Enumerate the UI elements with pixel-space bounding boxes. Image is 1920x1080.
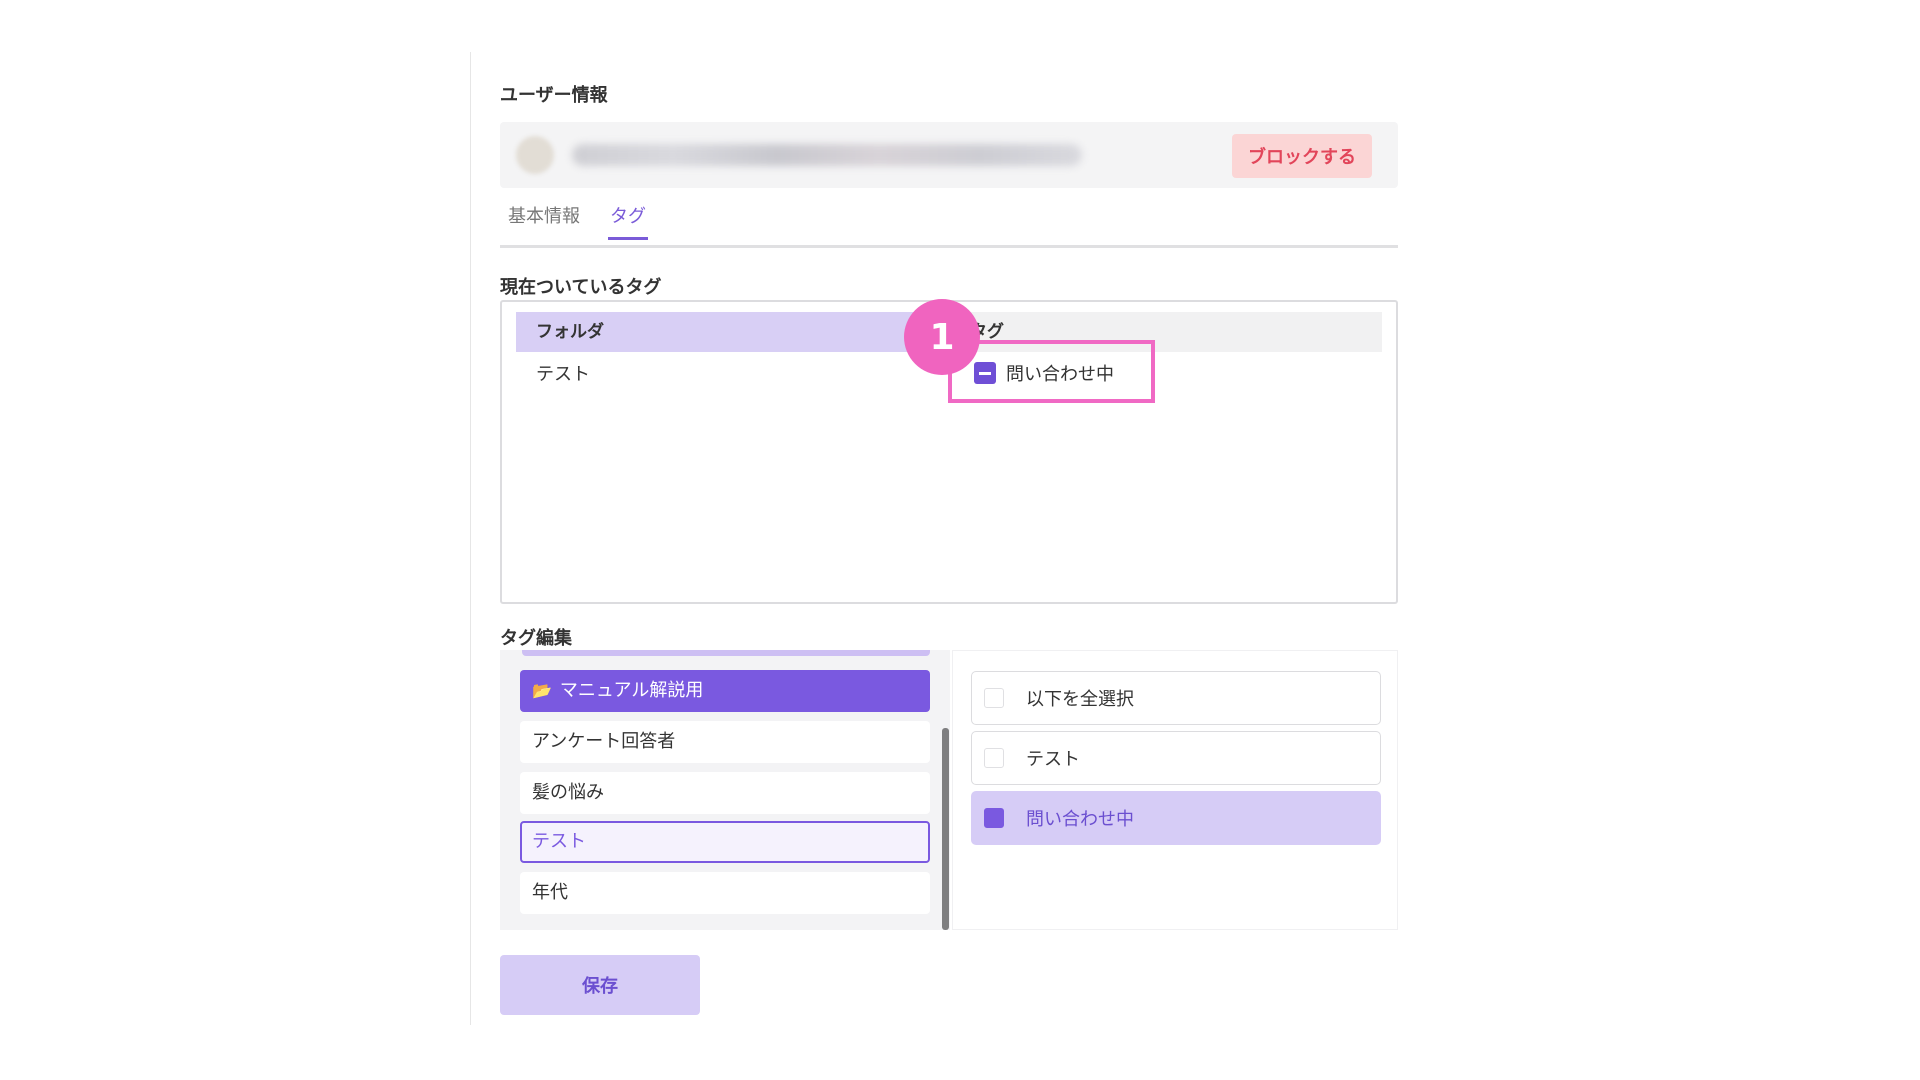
folder-open-icon: 📂	[532, 681, 552, 700]
tag-edit-panel: 📂 マニュアル解説用 アンケート回答者 髪の悩み テスト 年代 以下を全選択 テス…	[500, 650, 1398, 930]
folder-item-manual[interactable]: 📂 マニュアル解説用	[520, 670, 930, 712]
option-label: 問い合わせ中	[1026, 809, 1134, 830]
folder-item-test[interactable]: テスト	[520, 821, 930, 863]
folder-list: 📂 マニュアル解説用 アンケート回答者 髪の悩み テスト 年代	[500, 650, 950, 930]
user-avatar	[516, 136, 554, 174]
tag-edit-title: タグ編集	[500, 628, 572, 649]
folder-list-scrollbar[interactable]	[942, 728, 949, 930]
checked-checkbox-icon[interactable]	[984, 808, 1004, 828]
callout-highlight-frame	[948, 340, 1155, 403]
folder-item-label: マニュアル解説用	[559, 680, 704, 701]
folder-item-survey[interactable]: アンケート回答者	[520, 721, 930, 763]
user-bar: ブロックする	[500, 122, 1398, 188]
save-button[interactable]: 保存	[500, 955, 700, 1015]
folder-item-age[interactable]: 年代	[520, 872, 930, 914]
option-label: 以下を全選択	[1026, 689, 1134, 710]
tag-option-test[interactable]: テスト	[971, 731, 1381, 785]
checkbox-icon[interactable]	[984, 688, 1004, 708]
tab-tags[interactable]: タグ	[608, 204, 648, 240]
folder-list-top-item	[522, 650, 930, 656]
folder-column-header: フォルダ	[516, 312, 926, 352]
content-divider-line	[470, 52, 471, 1025]
callout-number-badge: 1	[904, 299, 980, 375]
tab-basic-info[interactable]: 基本情報	[508, 204, 580, 240]
block-user-button[interactable]: ブロックする	[1232, 134, 1372, 178]
tab-bar: 基本情報 タグ	[500, 204, 1398, 248]
option-label: テスト	[1026, 749, 1080, 770]
tag-option-list: 以下を全選択 テスト 問い合わせ中	[952, 650, 1398, 930]
blurred-user-name	[572, 144, 1082, 166]
current-tags-title: 現在ついているタグ	[500, 277, 662, 298]
user-info-title: ユーザー情報	[500, 85, 608, 106]
select-all-option[interactable]: 以下を全選択	[971, 671, 1381, 725]
checkbox-icon[interactable]	[984, 748, 1004, 768]
folder-item-hair[interactable]: 髪の悩み	[520, 772, 930, 814]
current-tag-folder: テスト	[536, 364, 590, 385]
tag-option-inquiry[interactable]: 問い合わせ中	[971, 791, 1381, 845]
